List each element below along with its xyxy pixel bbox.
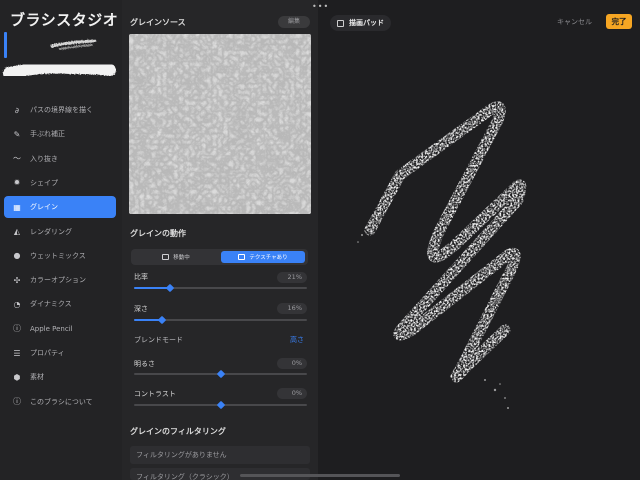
properties-icon: ☰ — [13, 348, 21, 358]
sidebar-item-taper[interactable]: 〜入り抜き — [4, 148, 116, 170]
edit-pad-icon — [337, 19, 344, 27]
moving-option-label: 移動中 — [173, 255, 190, 261]
sidebar-item-material[interactable]: ⬢ 素材 — [4, 366, 116, 388]
blend-mode-label: ブレンドモード — [134, 336, 183, 344]
moving-icon — [162, 254, 170, 260]
drawing-pad-label: 描画パッド — [349, 19, 384, 27]
apple-pencil-icon: ⓘ — [13, 324, 21, 334]
dynamics-icon: ◔ — [13, 299, 21, 309]
path-icon: ∂ — [14, 105, 20, 115]
brightness-label: 明るさ — [134, 360, 155, 368]
color-dynamics-icon: ✣ — [13, 275, 21, 285]
sidebar-item-label: このブラシについて — [30, 397, 93, 406]
sidebar-item-label: Apple Pencil — [30, 324, 73, 333]
wet-mix-icon: ● — [13, 251, 21, 261]
sidebar-item-grain[interactable]: ▦ グレイン — [4, 196, 116, 219]
contrast-value[interactable]: 0% — [277, 388, 307, 399]
depth-slider[interactable] — [134, 315, 307, 325]
brush-preview[interactable] — [0, 32, 122, 92]
sidebar-item-label: 入り抜き — [30, 154, 58, 163]
filtering-option-none[interactable]: フィルタリングがありません — [130, 446, 310, 464]
sidebar-item-about[interactable]: ⓘ このブラシについて — [4, 391, 116, 413]
blend-mode-value[interactable]: 高さ — [290, 335, 304, 345]
sidebar-item-label: ダイナミクス — [30, 300, 72, 309]
shape-icon: ✹ — [13, 178, 21, 188]
sidebar-item-apple-pencil[interactable]: ⓘ Apple Pencil — [4, 318, 116, 340]
drawing-pad-tag[interactable]: 描画パッド — [330, 15, 391, 31]
sidebar-item-label: シェイプ — [30, 178, 58, 187]
stabilization-icon: ✎ — [13, 129, 21, 139]
sidebar-item-label: プロパティ — [30, 349, 65, 357]
grain-icon: ▦ — [13, 202, 21, 212]
scale-value[interactable]: 21% — [277, 272, 307, 283]
sidebar-item-wet-mix[interactable]: ● ウェットミックス — [4, 245, 116, 267]
brush-stroke-preview — [357, 101, 527, 409]
brightness-value[interactable]: 0% — [277, 358, 307, 369]
depth-label: 深さ — [134, 305, 148, 313]
rendering-icon: ◭ — [13, 227, 21, 236]
cancel-button[interactable]: キャンセル — [557, 17, 592, 27]
sidebar-item-label: ウェットミックス — [30, 251, 86, 260]
material-icon: ⬢ — [13, 372, 21, 382]
texturized-option[interactable]: テクスチャあり — [221, 251, 305, 263]
app-title: ブラシスタジオ — [10, 11, 119, 29]
sidebar-item-label: グレイン — [30, 203, 58, 212]
sidebar-item-label: レンダリング — [30, 227, 72, 236]
sidebar-item-label: 手ぶれ補正 — [30, 130, 65, 139]
moving-option[interactable]: 移動中 — [134, 251, 218, 263]
brightness-slider[interactable] — [134, 369, 307, 379]
contrast-label: コントラスト — [134, 390, 176, 398]
contrast-slider[interactable] — [134, 400, 307, 410]
grain-filtering-title: グレインのフィルタリング — [130, 427, 226, 436]
sidebar-item-properties[interactable]: ☰ プロパティ — [4, 342, 116, 364]
sidebar-item-shape[interactable]: ✹ シェイプ — [4, 172, 116, 194]
sidebar-item-label: パスの境界線を描く — [30, 106, 93, 114]
grain-behavior-segmented-control: 移動中 テクスチャあり — [131, 249, 308, 265]
more-options-dots[interactable]: ••• — [312, 2, 329, 11]
sidebar-item-path[interactable]: ∂ パスの境界線を描く — [4, 99, 116, 121]
texturized-option-label: テクスチャあり — [249, 255, 288, 261]
sidebar-item-label: カラーオプション — [30, 276, 86, 285]
scale-slider[interactable] — [134, 283, 307, 293]
sidebar: ブラシスタジオ ∂ パスの境界線を描く ✎ 手ぶれ補正〜入り抜き ✹ シェイプ ▦ グレイン ◭… — [0, 0, 122, 480]
taper-icon: 〜 — [13, 154, 21, 164]
texturized-icon — [238, 254, 246, 260]
grain-texture-preview[interactable] — [129, 34, 311, 214]
sidebar-item-stabilization[interactable]: ✎ 手ぶれ補正 — [4, 123, 116, 145]
depth-value[interactable]: 16% — [277, 303, 307, 314]
done-button[interactable]: 完了 — [606, 14, 632, 29]
sidebar-item-rendering[interactable]: ◭ レンダリング — [4, 221, 116, 243]
sidebar-item-label: 素材 — [30, 373, 44, 382]
scale-label: 比率 — [134, 273, 148, 281]
grain-behavior-title: グレインの動作 — [130, 229, 186, 238]
home-indicator[interactable] — [240, 474, 400, 477]
grain-source-title: グレインソース — [130, 18, 186, 27]
sidebar-item-dynamics[interactable]: ◔ ダイナミクス — [4, 293, 116, 315]
sidebar-item-color-dynamics[interactable]: ✣ カラーオプション — [4, 269, 116, 291]
edit-button[interactable]: 編集 — [278, 16, 310, 28]
about-icon: ⓘ — [13, 397, 21, 407]
